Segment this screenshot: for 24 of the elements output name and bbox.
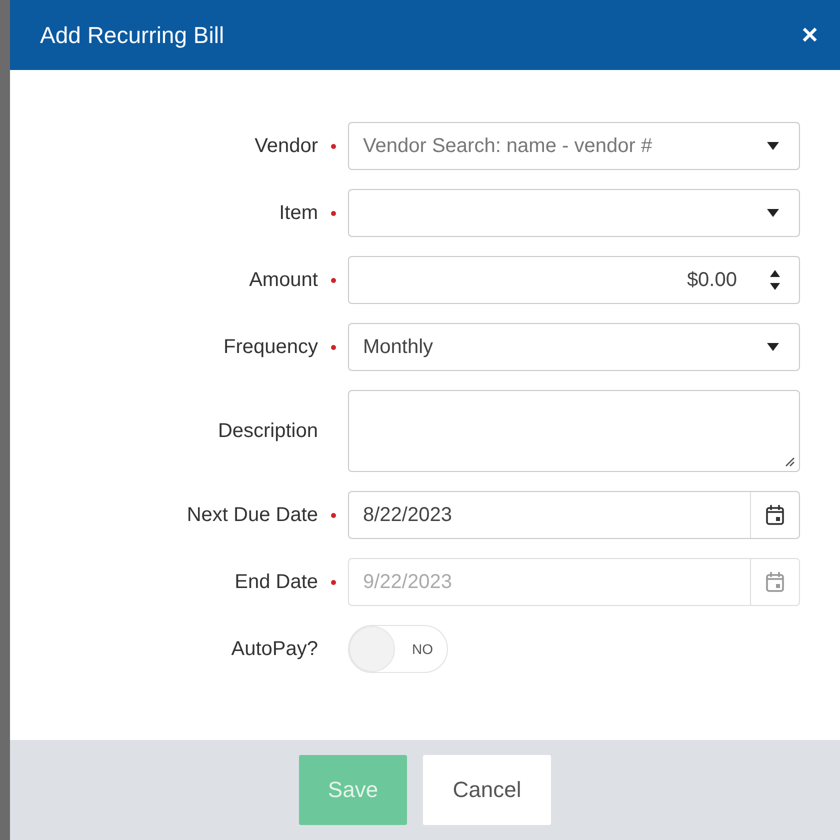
field-label: AutoPay?: [231, 638, 318, 660]
field-label: Item: [279, 202, 318, 224]
dialog-title: Add Recurring Bill: [40, 22, 224, 48]
caret-icon: [767, 142, 779, 150]
amount-field[interactable]: $0.00: [348, 256, 800, 304]
close-button[interactable]: ×: [802, 21, 818, 49]
field-label: Vendor: [254, 134, 318, 158]
caret-icon: [767, 343, 779, 351]
field-label: End Date: [234, 570, 318, 594]
dropdown-field[interactable]: Vendor Search: name - vendor #: [348, 122, 800, 170]
resize-grip-icon[interactable]: [785, 457, 795, 467]
caret-icon: [767, 209, 779, 217]
field-label: Next Due Date: [186, 504, 318, 526]
cancel-button[interactable]: Cancel: [423, 755, 551, 825]
dropdown-field[interactable]: [348, 189, 800, 237]
calendar-icon[interactable]: [765, 504, 785, 526]
field-label: Amount: [249, 268, 318, 292]
dropdown-field[interactable]: Monthly: [348, 323, 800, 371]
field-label: Description: [218, 420, 318, 442]
date-field[interactable]: 8/22/2023: [348, 491, 800, 539]
spinner-icon[interactable]: [769, 269, 781, 291]
field-label: Frequency: [224, 336, 318, 358]
description-field[interactable]: [348, 390, 800, 472]
autopay-toggle[interactable]: NO: [348, 625, 448, 673]
